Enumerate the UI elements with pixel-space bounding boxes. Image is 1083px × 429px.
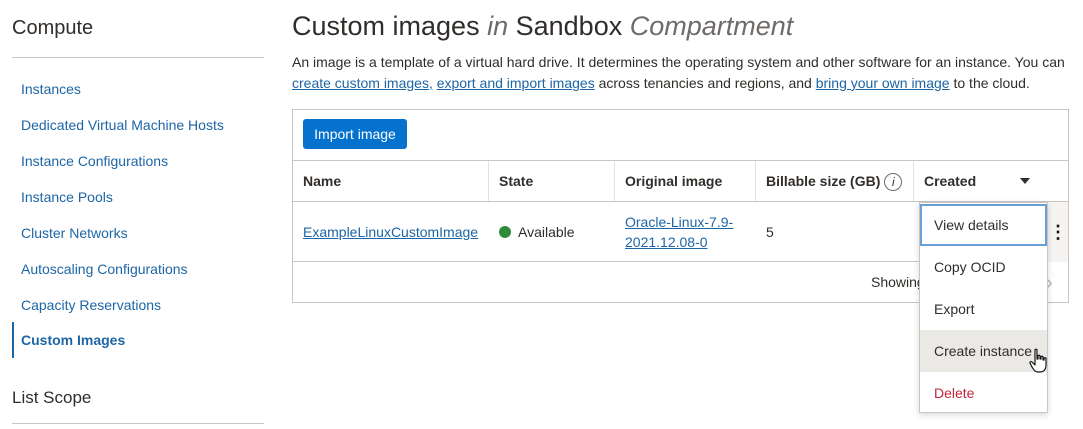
sidebar-item-instance-pools[interactable]: Instance Pools	[12, 183, 264, 211]
sidebar: Compute Instances Dedicated Virtual Mach…	[0, 0, 264, 429]
sidebar-item-instance-configurations[interactable]: Instance Configurations	[12, 147, 264, 175]
info-icon[interactable]: i	[884, 173, 903, 192]
page-title: Custom images in Sandbox Compartment	[292, 11, 793, 42]
image-name-link[interactable]: ExampleLinuxCustomImage	[303, 222, 478, 242]
column-header-billable-size[interactable]: Billable size (GB) i	[756, 161, 914, 201]
description-text: to the cloud.	[949, 75, 1030, 91]
column-header-state[interactable]: State	[489, 161, 615, 201]
list-scope-title: List Scope	[12, 388, 92, 407]
sidebar-divider	[12, 57, 264, 58]
create-custom-images-link[interactable]: create custom images,	[292, 75, 433, 91]
page-description: An image is a template of a virtual hard…	[292, 52, 1082, 94]
page-title-main: Custom images	[292, 11, 480, 41]
table-header: Name State Original image Billable size …	[293, 160, 1068, 202]
status-text: Available	[518, 224, 575, 240]
column-header-billable-size-label: Billable size (GB)	[766, 173, 881, 189]
cell-original-image: Oracle-Linux-7.9-2021.12.08-0	[615, 202, 745, 262]
sort-caret-down-icon[interactable]	[1020, 178, 1030, 184]
description-text: An image is a template of a virtual hard…	[292, 54, 1065, 70]
page-title-in: in	[487, 11, 509, 41]
sidebar-item-capacity-reservations[interactable]: Capacity Reservations	[12, 291, 264, 319]
sidebar-item-cluster-networks[interactable]: Cluster Networks	[12, 219, 264, 247]
available-status-icon	[499, 226, 511, 238]
cell-name: ExampleLinuxCustomImage	[293, 202, 489, 262]
column-header-original-image[interactable]: Original image	[615, 161, 756, 201]
cell-state: Available	[489, 202, 615, 262]
row-actions-menu: View details Copy OCID Export Create ins…	[919, 202, 1048, 413]
original-image-link[interactable]: Oracle-Linux-7.9-2021.12.08-0	[625, 212, 745, 252]
pagination-showing-text: Showing	[871, 274, 919, 290]
sidebar-item-custom-images[interactable]: Custom Images	[12, 322, 264, 358]
menu-item-copy-ocid[interactable]: Copy OCID	[920, 246, 1047, 288]
hand-cursor-icon	[1029, 348, 1047, 373]
sidebar-divider-bottom	[12, 423, 264, 424]
column-header-created-label: Created	[924, 173, 977, 189]
menu-item-view-details[interactable]: View details	[920, 204, 1047, 246]
import-image-button[interactable]: Import image	[303, 119, 407, 149]
sidebar-item-instances[interactable]: Instances	[12, 75, 264, 103]
menu-item-create-instance[interactable]: Create instance	[920, 330, 1047, 372]
menu-item-delete[interactable]: Delete	[920, 372, 1047, 414]
sidebar-item-dedicated-vm-hosts[interactable]: Dedicated Virtual Machine Hosts	[12, 111, 264, 139]
menu-item-export[interactable]: Export	[920, 288, 1047, 330]
sidebar-item-autoscaling-configurations[interactable]: Autoscaling Configurations	[12, 255, 264, 283]
export-import-images-link[interactable]: export and import images	[437, 75, 595, 91]
column-header-created[interactable]: Created	[914, 161, 1068, 201]
description-text: across tenancies and regions, and	[594, 75, 816, 91]
sidebar-title: Compute	[12, 17, 94, 39]
bring-your-own-image-link[interactable]: bring your own image	[816, 75, 950, 91]
cell-billable-size: 5	[766, 224, 774, 240]
page-title-compartment-name: Sandbox	[515, 11, 623, 41]
column-header-name[interactable]: Name	[293, 161, 489, 201]
row-actions-kebab-icon[interactable]: ⋮	[1048, 202, 1068, 262]
page-title-compartment-label: Compartment	[629, 11, 794, 41]
